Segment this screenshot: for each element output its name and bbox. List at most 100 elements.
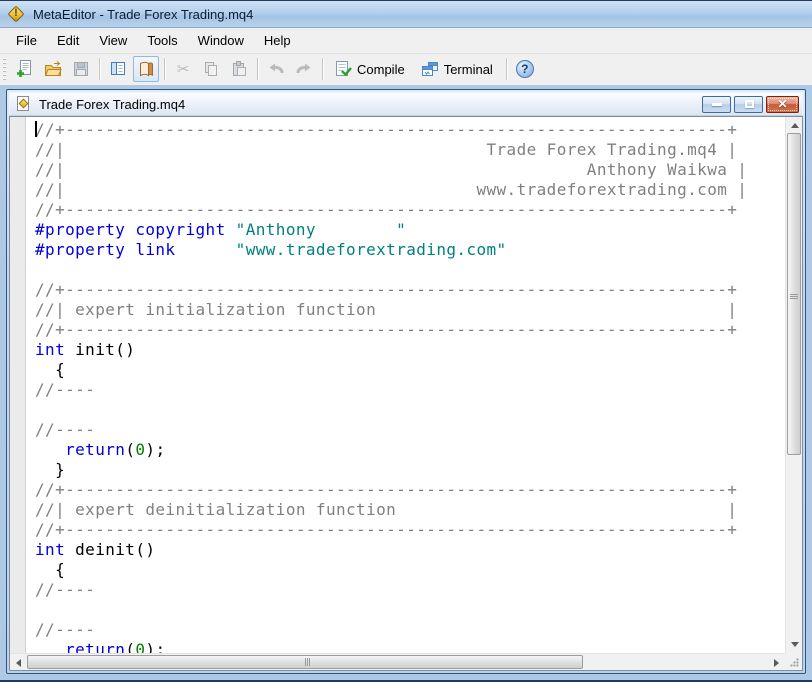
scroll-down-button[interactable]: [786, 636, 803, 653]
restore-button[interactable]: [734, 96, 763, 113]
app-titlebar[interactable]: ! MetaEditor - Trade Forex Trading.mq4: [0, 1, 812, 28]
undo-button: [263, 56, 289, 82]
arrow-right-icon: [774, 659, 779, 667]
metaeditor-app-icon: !: [8, 6, 24, 22]
editor-window-titlebar[interactable]: Trade Forex Trading.mq4 ✕: [9, 92, 803, 116]
redo-icon: [294, 59, 314, 79]
terminal-button[interactable]: Terminal: [415, 56, 501, 82]
arrow-left-icon: [16, 659, 21, 667]
code-line: //| expert initialization function |: [35, 300, 785, 320]
open-file-button[interactable]: [40, 56, 66, 82]
toolbar-separator: [99, 58, 100, 80]
code-line: //| Trade Forex Trading.mq4 |: [35, 140, 785, 160]
horizontal-scrollbar[interactable]: [10, 653, 785, 670]
scissors-icon: ✂: [177, 60, 190, 78]
window-controls: ✕: [702, 96, 799, 113]
compile-icon: [333, 59, 353, 79]
thumb-grip-icon: [790, 294, 798, 295]
code-line: {: [35, 360, 785, 380]
code-line: //+-------------------------------------…: [35, 200, 785, 220]
code-line: {: [35, 560, 785, 580]
toolbar: ✂: [0, 53, 812, 84]
copy-button: [198, 56, 224, 82]
code-line: //| www.tradeforextrading.com |: [35, 180, 785, 200]
code-line: //+-------------------------------------…: [35, 480, 785, 500]
code-line: //+-------------------------------------…: [35, 320, 785, 340]
compile-button[interactable]: Compile: [328, 56, 413, 82]
vertical-scroll-thumb[interactable]: [787, 133, 801, 455]
resize-grip[interactable]: [785, 653, 802, 670]
minimize-icon: [712, 103, 722, 106]
new-file-button[interactable]: [12, 56, 38, 82]
mdi-area: Trade Forex Trading.mq4 ✕ //+-----------…: [0, 85, 812, 682]
cut-button: ✂: [170, 56, 196, 82]
toolbar-grip[interactable]: [3, 58, 8, 80]
mq4-file-icon: [15, 96, 31, 112]
open-folder-icon: [43, 59, 63, 79]
minimize-button[interactable]: [702, 96, 731, 113]
close-icon: ✕: [767, 97, 798, 112]
terminal-icon: [420, 59, 440, 79]
menu-item[interactable]: Tools: [137, 28, 187, 53]
code-line: //----: [35, 580, 785, 600]
code-line: //----: [35, 420, 785, 440]
code-line: [35, 260, 785, 280]
vertical-scrollbar[interactable]: [785, 117, 802, 653]
menu-item[interactable]: View: [89, 28, 137, 53]
scroll-up-button[interactable]: [786, 117, 803, 134]
code-line: int init(): [35, 340, 785, 360]
code-line: return(0);: [35, 640, 785, 653]
terminal-label: Terminal: [444, 62, 493, 77]
paste-button: [226, 56, 252, 82]
scroll-right-button[interactable]: [768, 654, 785, 671]
restore-icon: [745, 100, 754, 108]
resize-grip-icon: [790, 658, 799, 667]
dictionary-toggle-button[interactable]: [133, 56, 159, 82]
toolbar-separator: [164, 58, 165, 80]
paste-icon: [229, 59, 249, 79]
navigator-toggle-button[interactable]: [105, 56, 131, 82]
code-line: //+-------------------------------------…: [35, 280, 785, 300]
code-line: [35, 600, 785, 620]
context-help-button[interactable]: ?: [512, 56, 538, 82]
code-line: //+-------------------------------------…: [35, 520, 785, 540]
code-line: //----: [35, 380, 785, 400]
editor-gutter[interactable]: [10, 117, 26, 653]
horizontal-scroll-thumb[interactable]: [27, 655, 583, 669]
code-line: //| expert deinitialization function |: [35, 500, 785, 520]
arrow-up-icon: [791, 123, 799, 128]
close-button[interactable]: ✕: [766, 96, 799, 113]
new-file-icon: [15, 59, 35, 79]
compile-label: Compile: [357, 62, 405, 77]
undo-icon: [266, 59, 286, 79]
toolbar-separator: [506, 58, 507, 80]
metaeditor-window: ! MetaEditor - Trade Forex Trading.mq4 F…: [0, 0, 812, 682]
save-icon: [71, 59, 91, 79]
text-caret: [35, 121, 37, 137]
menu-item[interactable]: Help: [254, 28, 301, 53]
menu-item[interactable]: Edit: [47, 28, 89, 53]
scroll-left-button[interactable]: [10, 654, 27, 671]
redo-button: [291, 56, 317, 82]
toolbar-separator: [257, 58, 258, 80]
app-title: MetaEditor - Trade Forex Trading.mq4: [33, 7, 253, 22]
code-line: //+-------------------------------------…: [35, 120, 785, 140]
menu-bar: FileEditViewToolsWindowHelp: [0, 28, 812, 53]
code-line: int deinit(): [35, 540, 785, 560]
arrow-down-icon: [791, 642, 799, 647]
menu-item[interactable]: File: [6, 28, 47, 53]
toolbar-separator: [322, 58, 323, 80]
book-icon: [136, 59, 156, 79]
code-line: }: [35, 460, 785, 480]
navigator-panel-icon: [108, 59, 128, 79]
help-icon: ?: [516, 60, 534, 78]
code-line: //----: [35, 620, 785, 640]
code-line: [35, 400, 785, 420]
code-editor[interactable]: //+-------------------------------------…: [27, 117, 785, 653]
save-file-button: [68, 56, 94, 82]
code-line: #property link "www.tradeforextrading.co…: [35, 240, 785, 260]
menu-item[interactable]: Window: [188, 28, 254, 53]
editor-window-title: Trade Forex Trading.mq4: [39, 97, 185, 112]
code-line: return(0);: [35, 440, 785, 460]
thumb-grip-icon: [305, 658, 306, 666]
